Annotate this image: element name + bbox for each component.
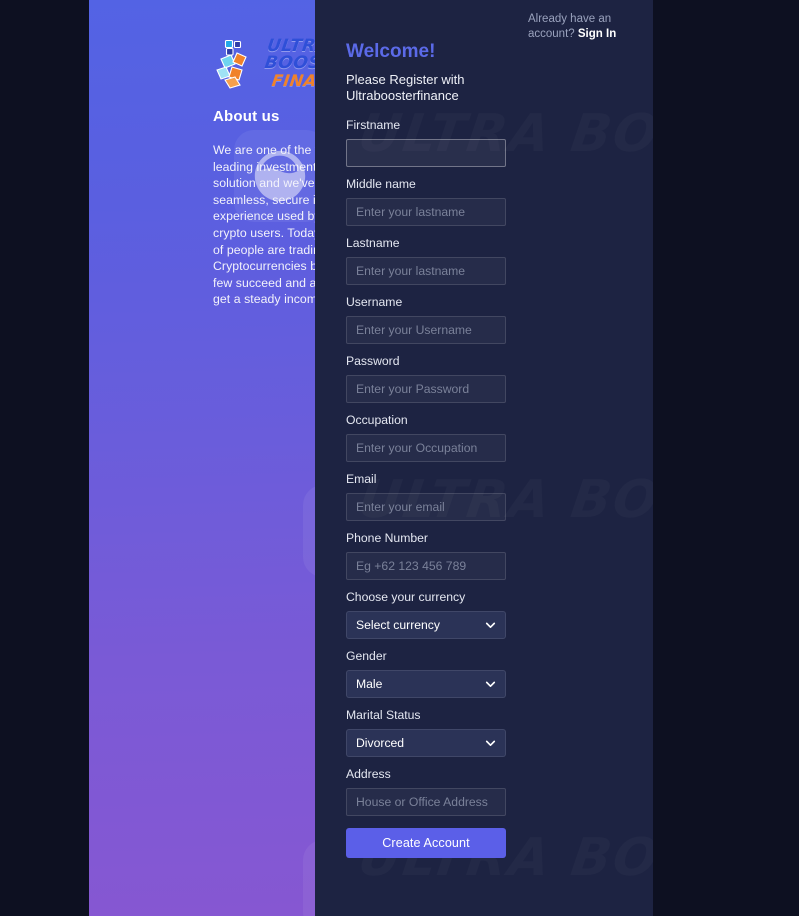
logo-line-secondary: FINANCE	[270, 71, 315, 90]
form-fields-container: Firstname Middle name Lastname Username Pass…	[346, 118, 622, 816]
label-middle-name: Middle name	[346, 177, 416, 191]
label-choose-your-currency: Choose your currency	[346, 590, 466, 604]
input-phone-number[interactable]	[346, 552, 506, 580]
field-lastname: Lastname	[346, 236, 622, 285]
label-gender: Gender	[346, 649, 387, 663]
select-gender[interactable]: MaleFemale	[346, 670, 506, 698]
sidebar-about-panel: ULTRA BOOSTER FINANCE About us We are on…	[89, 0, 315, 916]
input-email[interactable]	[346, 493, 506, 521]
signin-link[interactable]: Sign In	[578, 28, 616, 40]
label-lastname: Lastname	[346, 236, 400, 250]
field-gender: Gender MaleFemale	[346, 649, 622, 698]
label-phone-number: Phone Number	[346, 531, 428, 545]
input-username[interactable]	[346, 316, 506, 344]
welcome-heading: Welcome!	[346, 41, 436, 62]
label-email: Email	[346, 472, 377, 486]
input-firstname[interactable]	[346, 139, 506, 167]
eagle-emblem-icon	[303, 485, 315, 577]
select-wrap-marital-status: SingleMarriedDivorcedWidowed	[346, 729, 506, 757]
input-occupation[interactable]	[346, 434, 506, 462]
brand-logo[interactable]: ULTRA BOOSTER FINANCE	[213, 36, 315, 90]
input-middle-name[interactable]	[346, 198, 506, 226]
select-wrap-choose-your-currency: Select currency	[346, 611, 506, 639]
field-password: Password	[346, 354, 622, 403]
registration-form: Welcome! Please Register with Ultraboost…	[346, 40, 622, 858]
field-username: Username	[346, 295, 622, 344]
input-lastname[interactable]	[346, 257, 506, 285]
label-password: Password	[346, 354, 400, 368]
signin-prompt: Already have an account? Sign In	[528, 12, 634, 42]
registration-form-panel: ULTRA BOOSTER ULTRA BOOSTER ULTRA BOOSTE…	[315, 0, 653, 916]
register-subtitle: Please Register with Ultraboosterfinance	[346, 72, 465, 103]
label-occupation: Occupation	[346, 413, 408, 427]
cube-blocks-logo-icon	[216, 39, 247, 89]
field-address: Address	[346, 767, 622, 816]
field-marital-status: Marital Status SingleMarriedDivorcedWidow…	[346, 708, 622, 757]
field-choose-your-currency: Choose your currency Select currency	[346, 590, 622, 639]
label-firstname: Firstname	[346, 118, 401, 132]
registration-page: ULTRA BOOSTER FINANCE About us We are on…	[0, 0, 799, 916]
field-email: Email	[346, 472, 622, 521]
about-us-heading: About us	[213, 108, 280, 125]
input-address[interactable]	[346, 788, 506, 816]
about-us-body: We are one of the world's leading invest…	[213, 143, 315, 307]
field-firstname: Firstname	[346, 118, 622, 167]
label-marital-status: Marital Status	[346, 708, 421, 722]
logo-line-primary: ULTRA BOOSTER	[263, 36, 315, 73]
select-wrap-gender: MaleFemale	[346, 670, 506, 698]
label-address: Address	[346, 767, 391, 781]
input-password[interactable]	[346, 375, 506, 403]
field-occupation: Occupation	[346, 413, 622, 462]
eagle-emblem-icon	[303, 840, 315, 916]
field-phone-number: Phone Number	[346, 531, 622, 580]
create-account-button[interactable]: Create Account	[346, 828, 506, 858]
field-middle-name: Middle name	[346, 177, 622, 226]
label-username: Username	[346, 295, 403, 309]
select-choose-your-currency[interactable]: Select currency	[346, 611, 506, 639]
select-marital-status[interactable]: SingleMarriedDivorcedWidowed	[346, 729, 506, 757]
